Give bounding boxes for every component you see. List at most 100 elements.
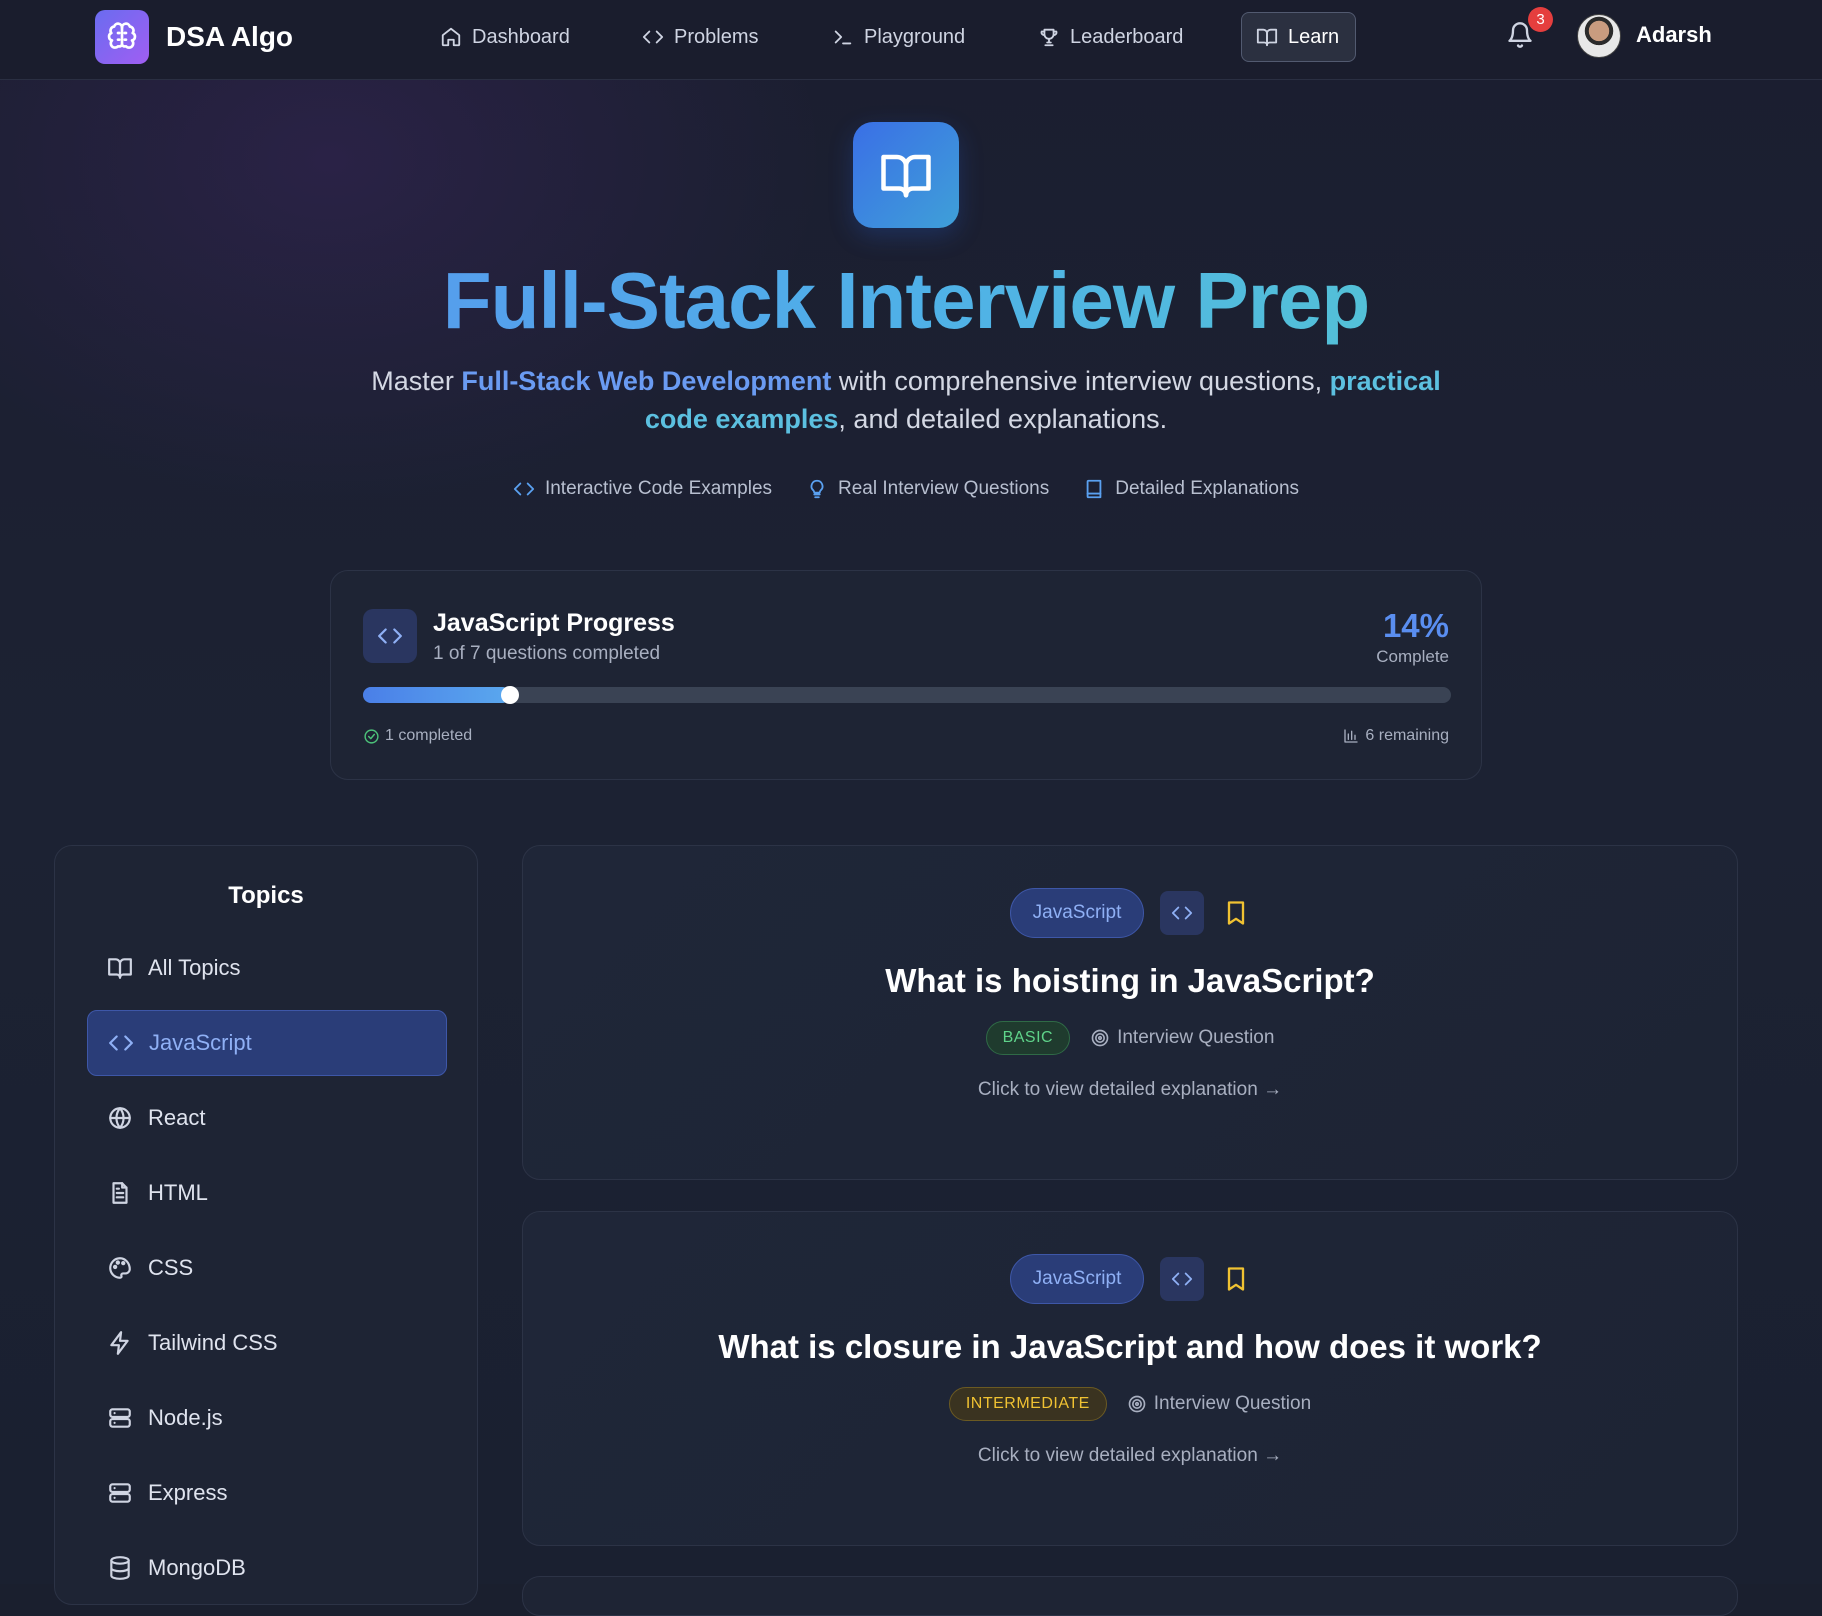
progress-bar-knob: [500, 686, 519, 704]
nav-item-label: Dashboard: [472, 25, 570, 48]
feature-label: Real Interview Questions: [838, 478, 1050, 499]
nav-item-leaderboard[interactable]: Leaderboard: [1024, 12, 1197, 62]
question-type-label: Interview Question: [1153, 1393, 1312, 1414]
sidebar-item-all-topics[interactable]: All Topics: [87, 935, 447, 1001]
sidebar-item-label: React: [148, 1105, 206, 1130]
progress-bar: [363, 686, 1451, 704]
feature-item: Interactive Code Examples: [513, 478, 772, 500]
brand-name: DSA Algo: [166, 21, 294, 52]
feature-label: Detailed Explanations: [1115, 478, 1300, 499]
sidebar-item-label: HTML: [148, 1180, 208, 1205]
lightbulb-icon: [806, 478, 838, 500]
sidebar-item-react[interactable]: React: [87, 1085, 447, 1151]
progress-bar-fill: [363, 687, 510, 703]
palette-icon: [107, 1255, 148, 1281]
code-icon: [642, 26, 674, 48]
nav-item-dashboard[interactable]: Dashboard: [426, 12, 584, 62]
difficulty-badge: INTERMEDIATE: [948, 1387, 1107, 1421]
avatar[interactable]: [1577, 14, 1621, 58]
question-type: Interview Question: [1090, 1027, 1274, 1049]
trophy-icon: [1038, 26, 1070, 48]
brand[interactable]: DSA Algo: [95, 10, 293, 64]
question-card[interactable]: [522, 1576, 1738, 1616]
book-open-icon: [1256, 26, 1288, 48]
topic-tag: JavaScript: [1009, 1254, 1145, 1304]
sidebar-item-label: Node.js: [148, 1405, 223, 1430]
sidebar-item-label: Express: [148, 1480, 228, 1505]
code-icon: [1160, 891, 1205, 935]
difficulty-badge: BASIC: [985, 1021, 1071, 1055]
question-title: What is closure in JavaScript and how do…: [718, 1328, 1542, 1365]
progress-title: JavaScript Progress: [433, 609, 675, 637]
question-meta: INTERMEDIATE Interview Question: [523, 1387, 1737, 1421]
server-icon: [107, 1405, 148, 1431]
bar-chart-icon: [1343, 728, 1365, 744]
remaining-label: 6 remaining: [1365, 727, 1449, 744]
progress-percent-label: Complete: [1376, 647, 1449, 666]
question-title: What is hoisting in JavaScript?: [885, 962, 1375, 999]
bookmark-icon[interactable]: [1222, 1264, 1250, 1294]
notification-badge: 3: [1528, 7, 1553, 32]
bookmark-icon[interactable]: [1222, 898, 1250, 928]
nav-item-label: Learn: [1288, 25, 1340, 48]
book-open-icon: [107, 955, 148, 981]
target-icon: [1127, 1394, 1154, 1414]
book-open-icon: [853, 122, 959, 228]
nav-item-label: Problems: [674, 25, 759, 48]
terminal-icon: [832, 26, 864, 48]
code-icon: [1160, 1257, 1205, 1301]
sidebar-item-label: All Topics: [148, 955, 241, 980]
topic-tag: JavaScript: [1009, 888, 1145, 938]
remaining-count: 6 remaining: [1343, 727, 1449, 745]
sidebar-item-mongodb[interactable]: MongoDB: [87, 1535, 447, 1601]
user-name[interactable]: Adarsh: [1636, 22, 1712, 48]
question-tags: JavaScript: [523, 888, 1737, 938]
question-tags: JavaScript: [523, 1254, 1737, 1304]
question-card[interactable]: JavaScript What is closure in JavaScript…: [522, 1211, 1738, 1546]
target-icon: [1090, 1028, 1117, 1048]
feature-item: Real Interview Questions: [806, 478, 1049, 500]
subtitle-text: , and detailed explanations.: [838, 404, 1168, 434]
question-meta: BASIC Interview Question: [523, 1021, 1737, 1055]
topics-sidebar: Topics All Topics JavaScript React HTML …: [54, 845, 478, 1605]
sidebar-item-tailwind-css[interactable]: Tailwind CSS: [87, 1310, 447, 1376]
sidebar-item-label: CSS: [148, 1255, 194, 1280]
sidebar-item-label: Tailwind CSS: [148, 1330, 278, 1355]
home-icon: [440, 26, 472, 48]
sidebar-item-javascript[interactable]: JavaScript: [87, 1010, 447, 1076]
subtitle-text: Master: [371, 366, 462, 396]
sidebar-item-nodejs[interactable]: Node.js: [87, 1385, 447, 1451]
feature-item: Detailed Explanations: [1083, 478, 1299, 500]
feature-list: Interactive Code Examples Real Interview…: [0, 478, 1812, 500]
zap-icon: [107, 1330, 148, 1356]
nav-item-label: Leaderboard: [1070, 25, 1184, 48]
progress-subtitle: 1 of 7 questions completed: [433, 643, 661, 664]
completed-count: 1 completed: [363, 727, 472, 745]
view-explanation-link[interactable]: Click to view detailed explanation →: [523, 1079, 1737, 1101]
completed-label: 1 completed: [385, 727, 473, 744]
nav-item-playground[interactable]: Playground: [818, 12, 979, 62]
page-subtitle: Master Full-Stack Web Development with c…: [340, 362, 1472, 438]
sidebar-item-css[interactable]: CSS: [87, 1235, 447, 1301]
server-icon: [107, 1480, 148, 1506]
view-explanation-link[interactable]: Click to view detailed explanation →: [523, 1445, 1737, 1467]
subtitle-text: with comprehensive interview questions,: [831, 366, 1330, 396]
question-card[interactable]: JavaScript What is hoisting in JavaScrip…: [522, 845, 1738, 1180]
question-type: Interview Question: [1127, 1393, 1311, 1415]
sidebar-item-label: MongoDB: [148, 1555, 246, 1580]
nav-item-problems[interactable]: Problems: [628, 12, 772, 62]
feature-label: Interactive Code Examples: [544, 478, 773, 499]
top-navbar: DSA Algo Dashboard Problems Playground L…: [0, 0, 1822, 80]
sidebar-item-html[interactable]: HTML: [87, 1160, 447, 1226]
sidebar-item-express[interactable]: Express: [87, 1460, 447, 1526]
code-icon: [513, 478, 545, 500]
book-icon: [1083, 478, 1115, 500]
progress-percent: 14%: [1382, 607, 1449, 644]
nav-item-learn[interactable]: Learn: [1241, 12, 1356, 62]
code-icon: [363, 609, 417, 663]
globe-icon: [107, 1105, 148, 1131]
sidebar-item-label: JavaScript: [149, 1030, 252, 1055]
subtitle-highlight: Full-Stack Web Development: [461, 366, 832, 396]
brain-icon: [95, 10, 149, 64]
database-icon: [107, 1555, 148, 1581]
